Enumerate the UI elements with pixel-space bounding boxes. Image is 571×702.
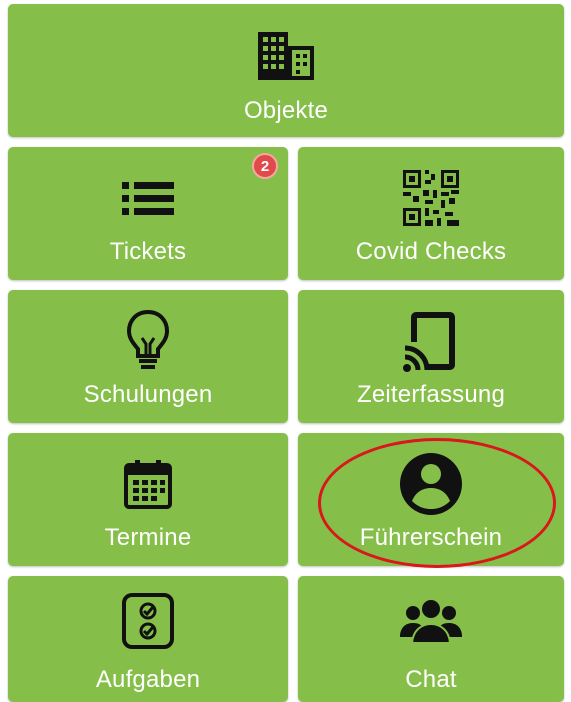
tickets-tile[interactable]: Tickets <box>8 147 288 280</box>
building-icon <box>246 20 326 90</box>
cast-tablet-icon <box>391 306 471 376</box>
tickets-count-badge: 2 <box>252 153 278 179</box>
zeiterfassung-tile[interactable]: Zeiterfassung <box>298 290 564 423</box>
objekte-tile[interactable]: Objekte <box>8 4 564 137</box>
menu-grid: Objekte Tickets Covid Checks Schulungen … <box>0 0 571 702</box>
lightbulb-icon <box>108 306 188 376</box>
tickets-label: Tickets <box>109 238 187 265</box>
fuehrerschein-label: Führerschein <box>359 524 503 551</box>
zeiterfassung-label: Zeiterfassung <box>356 381 505 408</box>
calendar-icon <box>108 449 188 519</box>
account-circle-icon <box>391 449 471 519</box>
covid-checks-tile[interactable]: Covid Checks <box>298 147 564 280</box>
chat-label: Chat <box>405 666 457 693</box>
schulungen-label: Schulungen <box>83 381 213 408</box>
objekte-label: Objekte <box>243 97 329 124</box>
qr-code-icon <box>391 163 471 233</box>
checklist-icon <box>108 586 188 656</box>
termine-label: Termine <box>104 524 192 551</box>
aufgaben-tile[interactable]: Aufgaben <box>8 576 288 702</box>
list-icon <box>108 163 188 233</box>
termine-tile[interactable]: Termine <box>8 433 288 566</box>
group-chat-icon <box>391 586 471 656</box>
covid-checks-label: Covid Checks <box>355 238 507 265</box>
schulungen-tile[interactable]: Schulungen <box>8 290 288 423</box>
aufgaben-label: Aufgaben <box>95 666 201 693</box>
chat-tile[interactable]: Chat <box>298 576 564 702</box>
fuehrerschein-tile[interactable]: Führerschein <box>298 433 564 566</box>
